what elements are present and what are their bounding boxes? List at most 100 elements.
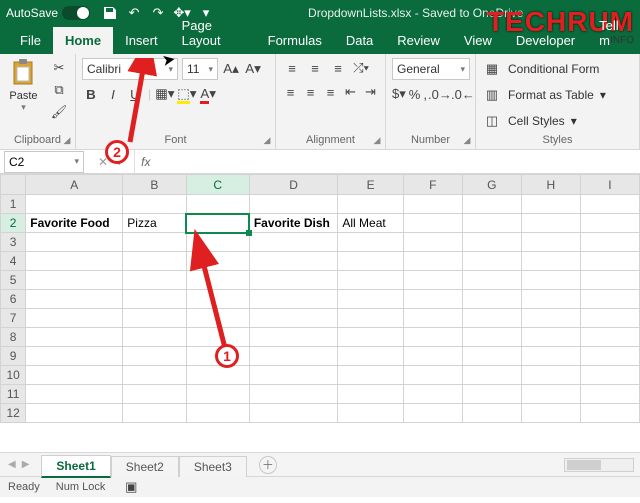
align-middle-icon[interactable]: ≡ xyxy=(305,58,325,78)
cell-A4[interactable] xyxy=(26,252,123,271)
row-header-8[interactable]: 8 xyxy=(1,328,26,347)
cell-A3[interactable] xyxy=(26,233,123,252)
cell-H12[interactable] xyxy=(521,404,580,423)
cell-I12[interactable] xyxy=(580,404,639,423)
cell-G5[interactable] xyxy=(462,271,521,290)
comma-icon[interactable]: , xyxy=(423,84,427,104)
fill-handle[interactable] xyxy=(246,230,252,236)
cell-A7[interactable] xyxy=(26,309,123,328)
orientation-icon[interactable]: ⤮▾ xyxy=(351,58,371,78)
cut-icon[interactable]: ✂ xyxy=(49,58,69,78)
cell-I2[interactable] xyxy=(580,214,639,233)
column-header-I[interactable]: I xyxy=(580,175,639,195)
cell-F10[interactable] xyxy=(403,366,462,385)
cell-C5[interactable] xyxy=(186,271,249,290)
number-launcher-icon[interactable]: ◢ xyxy=(461,135,473,147)
row-header-11[interactable]: 11 xyxy=(1,385,26,404)
cell-D5[interactable] xyxy=(249,271,338,290)
cell-F6[interactable] xyxy=(403,290,462,309)
clipboard-launcher-icon[interactable]: ◢ xyxy=(61,135,73,147)
cell-I5[interactable] xyxy=(580,271,639,290)
cell-C4[interactable] xyxy=(186,252,249,271)
row-header-5[interactable]: 5 xyxy=(1,271,26,290)
decrease-font-icon[interactable]: A▾ xyxy=(244,59,262,79)
align-right-icon[interactable]: ≡ xyxy=(322,82,339,102)
cell-F2[interactable] xyxy=(403,214,462,233)
align-left-icon[interactable]: ≡ xyxy=(282,82,299,102)
row-header-12[interactable]: 12 xyxy=(1,404,26,423)
cell-I9[interactable] xyxy=(580,347,639,366)
cell-E10[interactable] xyxy=(338,366,403,385)
cell-B5[interactable] xyxy=(123,271,186,290)
cell-F11[interactable] xyxy=(403,385,462,404)
sheet-nav-next-icon[interactable]: ▶ xyxy=(22,459,30,470)
copy-icon[interactable]: ⧉ xyxy=(49,80,69,100)
formula-input[interactable] xyxy=(156,151,640,173)
font-name-combo[interactable]: Calibri▾ xyxy=(82,58,178,80)
borders-icon[interactable]: ▦▾ xyxy=(155,84,173,104)
row-header-7[interactable]: 7 xyxy=(1,309,26,328)
cell-C11[interactable] xyxy=(186,385,249,404)
row-header-3[interactable]: 3 xyxy=(1,233,26,252)
enter-entry-icon[interactable]: ✓ xyxy=(116,155,126,169)
fx-icon[interactable]: fx xyxy=(135,155,156,169)
tab-review[interactable]: Review xyxy=(385,27,452,54)
column-header-H[interactable]: H xyxy=(521,175,580,195)
sheet-tab-sheet1[interactable]: Sheet1 xyxy=(41,455,110,478)
cell-I11[interactable] xyxy=(580,385,639,404)
column-header-B[interactable]: B xyxy=(123,175,186,195)
cell-E11[interactable] xyxy=(338,385,403,404)
column-header-G[interactable]: G xyxy=(462,175,521,195)
cell-H2[interactable] xyxy=(521,214,580,233)
cell-E4[interactable] xyxy=(338,252,403,271)
sheet-tab-sheet3[interactable]: Sheet3 xyxy=(179,456,247,477)
cell-D3[interactable] xyxy=(249,233,338,252)
cell-G7[interactable] xyxy=(462,309,521,328)
cell-E6[interactable] xyxy=(338,290,403,309)
cell-C3[interactable] xyxy=(186,233,249,252)
cell-A2[interactable]: Favorite Food xyxy=(26,214,123,233)
cell-G3[interactable] xyxy=(462,233,521,252)
cell-E2[interactable]: All Meat xyxy=(338,214,403,233)
name-box[interactable]: C2▾ xyxy=(4,151,84,173)
cell-G9[interactable] xyxy=(462,347,521,366)
cell-C7[interactable] xyxy=(186,309,249,328)
cell-I1[interactable] xyxy=(580,195,639,214)
cell-C12[interactable] xyxy=(186,404,249,423)
cell-H11[interactable] xyxy=(521,385,580,404)
cell-G6[interactable] xyxy=(462,290,521,309)
percent-icon[interactable]: % xyxy=(409,84,421,104)
cell-H3[interactable] xyxy=(521,233,580,252)
cell-G11[interactable] xyxy=(462,385,521,404)
cell-I6[interactable] xyxy=(580,290,639,309)
save-icon[interactable] xyxy=(100,3,120,23)
italic-button[interactable]: I xyxy=(104,84,122,104)
cell-F8[interactable] xyxy=(403,328,462,347)
cell-A12[interactable] xyxy=(26,404,123,423)
cell-A6[interactable] xyxy=(26,290,123,309)
cell-H1[interactable] xyxy=(521,195,580,214)
cell-B7[interactable] xyxy=(123,309,186,328)
increase-decimal-icon[interactable]: .0→ xyxy=(430,84,450,104)
cell-H10[interactable] xyxy=(521,366,580,385)
cell-G2[interactable] xyxy=(462,214,521,233)
undo-icon[interactable]: ↶ xyxy=(124,3,144,23)
cell-C9[interactable] xyxy=(186,347,249,366)
cell-B9[interactable] xyxy=(123,347,186,366)
tab-file[interactable]: File xyxy=(8,27,53,54)
row-header-9[interactable]: 9 xyxy=(1,347,26,366)
column-header-E[interactable]: E xyxy=(338,175,403,195)
cell-E12[interactable] xyxy=(338,404,403,423)
cell-C2[interactable] xyxy=(186,214,249,233)
cell-E8[interactable] xyxy=(338,328,403,347)
tab-developer[interactable]: Developer xyxy=(504,27,587,54)
cell-C1[interactable] xyxy=(186,195,249,214)
cell-G10[interactable] xyxy=(462,366,521,385)
align-bottom-icon[interactable]: ≡ xyxy=(328,58,348,78)
cell-I4[interactable] xyxy=(580,252,639,271)
font-size-combo[interactable]: 11▾ xyxy=(182,58,218,80)
cell-H7[interactable] xyxy=(521,309,580,328)
column-header-F[interactable]: F xyxy=(403,175,462,195)
column-header-A[interactable]: A xyxy=(26,175,123,195)
font-color-icon[interactable]: A▾ xyxy=(199,84,217,104)
